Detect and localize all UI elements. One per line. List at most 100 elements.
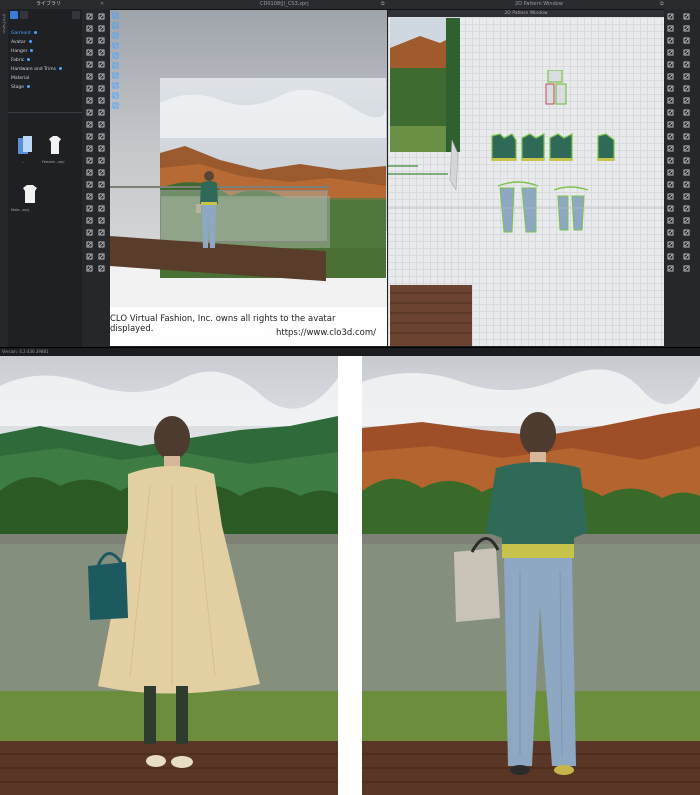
segment-icon[interactable] [667,25,674,32]
library-add-icon[interactable] [20,11,28,19]
tree-item-fabric[interactable]: Fabric [11,56,62,65]
pin-icon[interactable] [98,49,105,56]
pleat-icon[interactable] [667,241,674,248]
move-icon[interactable] [98,85,105,92]
segment-icon[interactable] [667,145,674,152]
curve-icon[interactable] [683,25,690,32]
select-icon[interactable] [86,85,93,92]
brush-icon[interactable] [86,121,93,128]
dart-icon[interactable] [683,229,690,236]
arrow-icon[interactable] [98,37,105,44]
view-top-icon[interactable] [112,52,119,59]
curve-icon[interactable] [683,85,690,92]
folder-up-thumbnail[interactable] [16,134,34,158]
tree-item-garment[interactable]: Garment [11,29,62,38]
grid-icon[interactable] [667,253,674,260]
pin-icon[interactable] [98,193,105,200]
measure-icon[interactable] [98,73,105,80]
tree-item-stage[interactable]: Stage [11,83,62,92]
curve-icon[interactable] [683,205,690,212]
trace-icon[interactable] [683,121,690,128]
sphere-icon[interactable] [86,253,93,260]
2d-pattern-window[interactable]: 2D Pattern Window [388,10,664,346]
light-icon[interactable] [112,72,119,79]
fold-icon[interactable] [86,133,93,140]
pen-icon[interactable] [86,97,93,104]
tree-item-hanger[interactable]: Hanger [11,47,62,56]
sphere-icon[interactable] [86,37,93,44]
arrow-icon[interactable] [98,253,105,260]
trace-icon[interactable] [683,181,690,188]
grid-icon[interactable] [667,73,674,80]
notch-icon[interactable] [667,109,674,116]
brush-icon[interactable] [86,49,93,56]
camera-icon[interactable] [112,82,119,89]
text-icon[interactable] [683,217,690,224]
sphere-icon[interactable] [86,181,93,188]
segment-icon[interactable] [667,265,674,272]
avatar-icon[interactable] [112,92,119,99]
notch-icon[interactable] [667,229,674,236]
trace-icon[interactable] [683,61,690,68]
box-icon[interactable] [98,241,105,248]
curve-icon[interactable] [683,145,690,152]
3d-garment-window[interactable]: CLO Virtual Fashion, Inc. owns all right… [110,10,387,346]
arrange-icon[interactable] [683,253,690,260]
pleat-icon[interactable] [667,181,674,188]
pleat-icon[interactable] [667,61,674,68]
text-icon[interactable] [683,37,690,44]
sew-icon[interactable] [98,205,105,212]
pattern-pieces[interactable] [388,70,664,260]
grid-icon[interactable] [667,133,674,140]
dart-icon[interactable] [683,169,690,176]
notch-icon[interactable] [667,49,674,56]
tree-item-material[interactable]: Material [11,74,62,83]
pen-icon[interactable] [86,241,93,248]
dart-icon[interactable] [683,49,690,56]
sew-icon[interactable] [98,133,105,140]
tree-item-hardware[interactable]: Hardware and Trims [11,65,62,74]
arrange-icon[interactable] [683,73,690,80]
female-garment-thumbnail[interactable] [46,133,64,157]
texture-icon[interactable] [112,102,119,109]
brush-icon[interactable] [86,193,93,200]
fold-icon[interactable] [86,61,93,68]
move-icon[interactable] [98,229,105,236]
view-back-icon[interactable] [112,22,119,29]
point-icon[interactable] [667,97,674,104]
close-icon[interactable]: ✕ [100,0,104,9]
library-settings-icon[interactable] [72,11,80,19]
zoom-icon[interactable] [86,73,93,80]
measure-icon[interactable] [98,145,105,152]
grid-icon[interactable] [667,193,674,200]
restore-icon[interactable]: ⧉ [381,0,385,9]
male-garment-thumbnail[interactable] [21,182,39,206]
arrange-icon[interactable] [683,13,690,20]
text-icon[interactable] [683,157,690,164]
arrow-icon[interactable] [98,109,105,116]
move-icon[interactable] [98,157,105,164]
avatar-3d[interactable] [196,170,222,250]
dart-icon[interactable] [683,109,690,116]
select-icon[interactable] [86,13,93,20]
pen-icon[interactable] [86,169,93,176]
pen-icon[interactable] [86,25,93,32]
zoom-icon[interactable] [86,145,93,152]
side-tab-library[interactable]: ライブラリ [1,14,7,34]
select-icon[interactable] [86,157,93,164]
library-tab-label[interactable]: ライブラリ [36,0,61,9]
credit-url[interactable]: https://www.clo3d.com/ [276,328,376,338]
view-front-icon[interactable] [112,12,119,19]
point-icon[interactable] [667,157,674,164]
fold-icon[interactable] [86,205,93,212]
library-home-icon[interactable] [10,11,18,19]
pin-icon[interactable] [98,121,105,128]
view-left-icon[interactable] [112,32,119,39]
select-icon[interactable] [86,229,93,236]
box-icon[interactable] [98,97,105,104]
point-icon[interactable] [667,217,674,224]
arrange-icon[interactable] [683,193,690,200]
pleat-icon[interactable] [667,121,674,128]
segment-icon[interactable] [667,85,674,92]
point-icon[interactable] [667,37,674,44]
